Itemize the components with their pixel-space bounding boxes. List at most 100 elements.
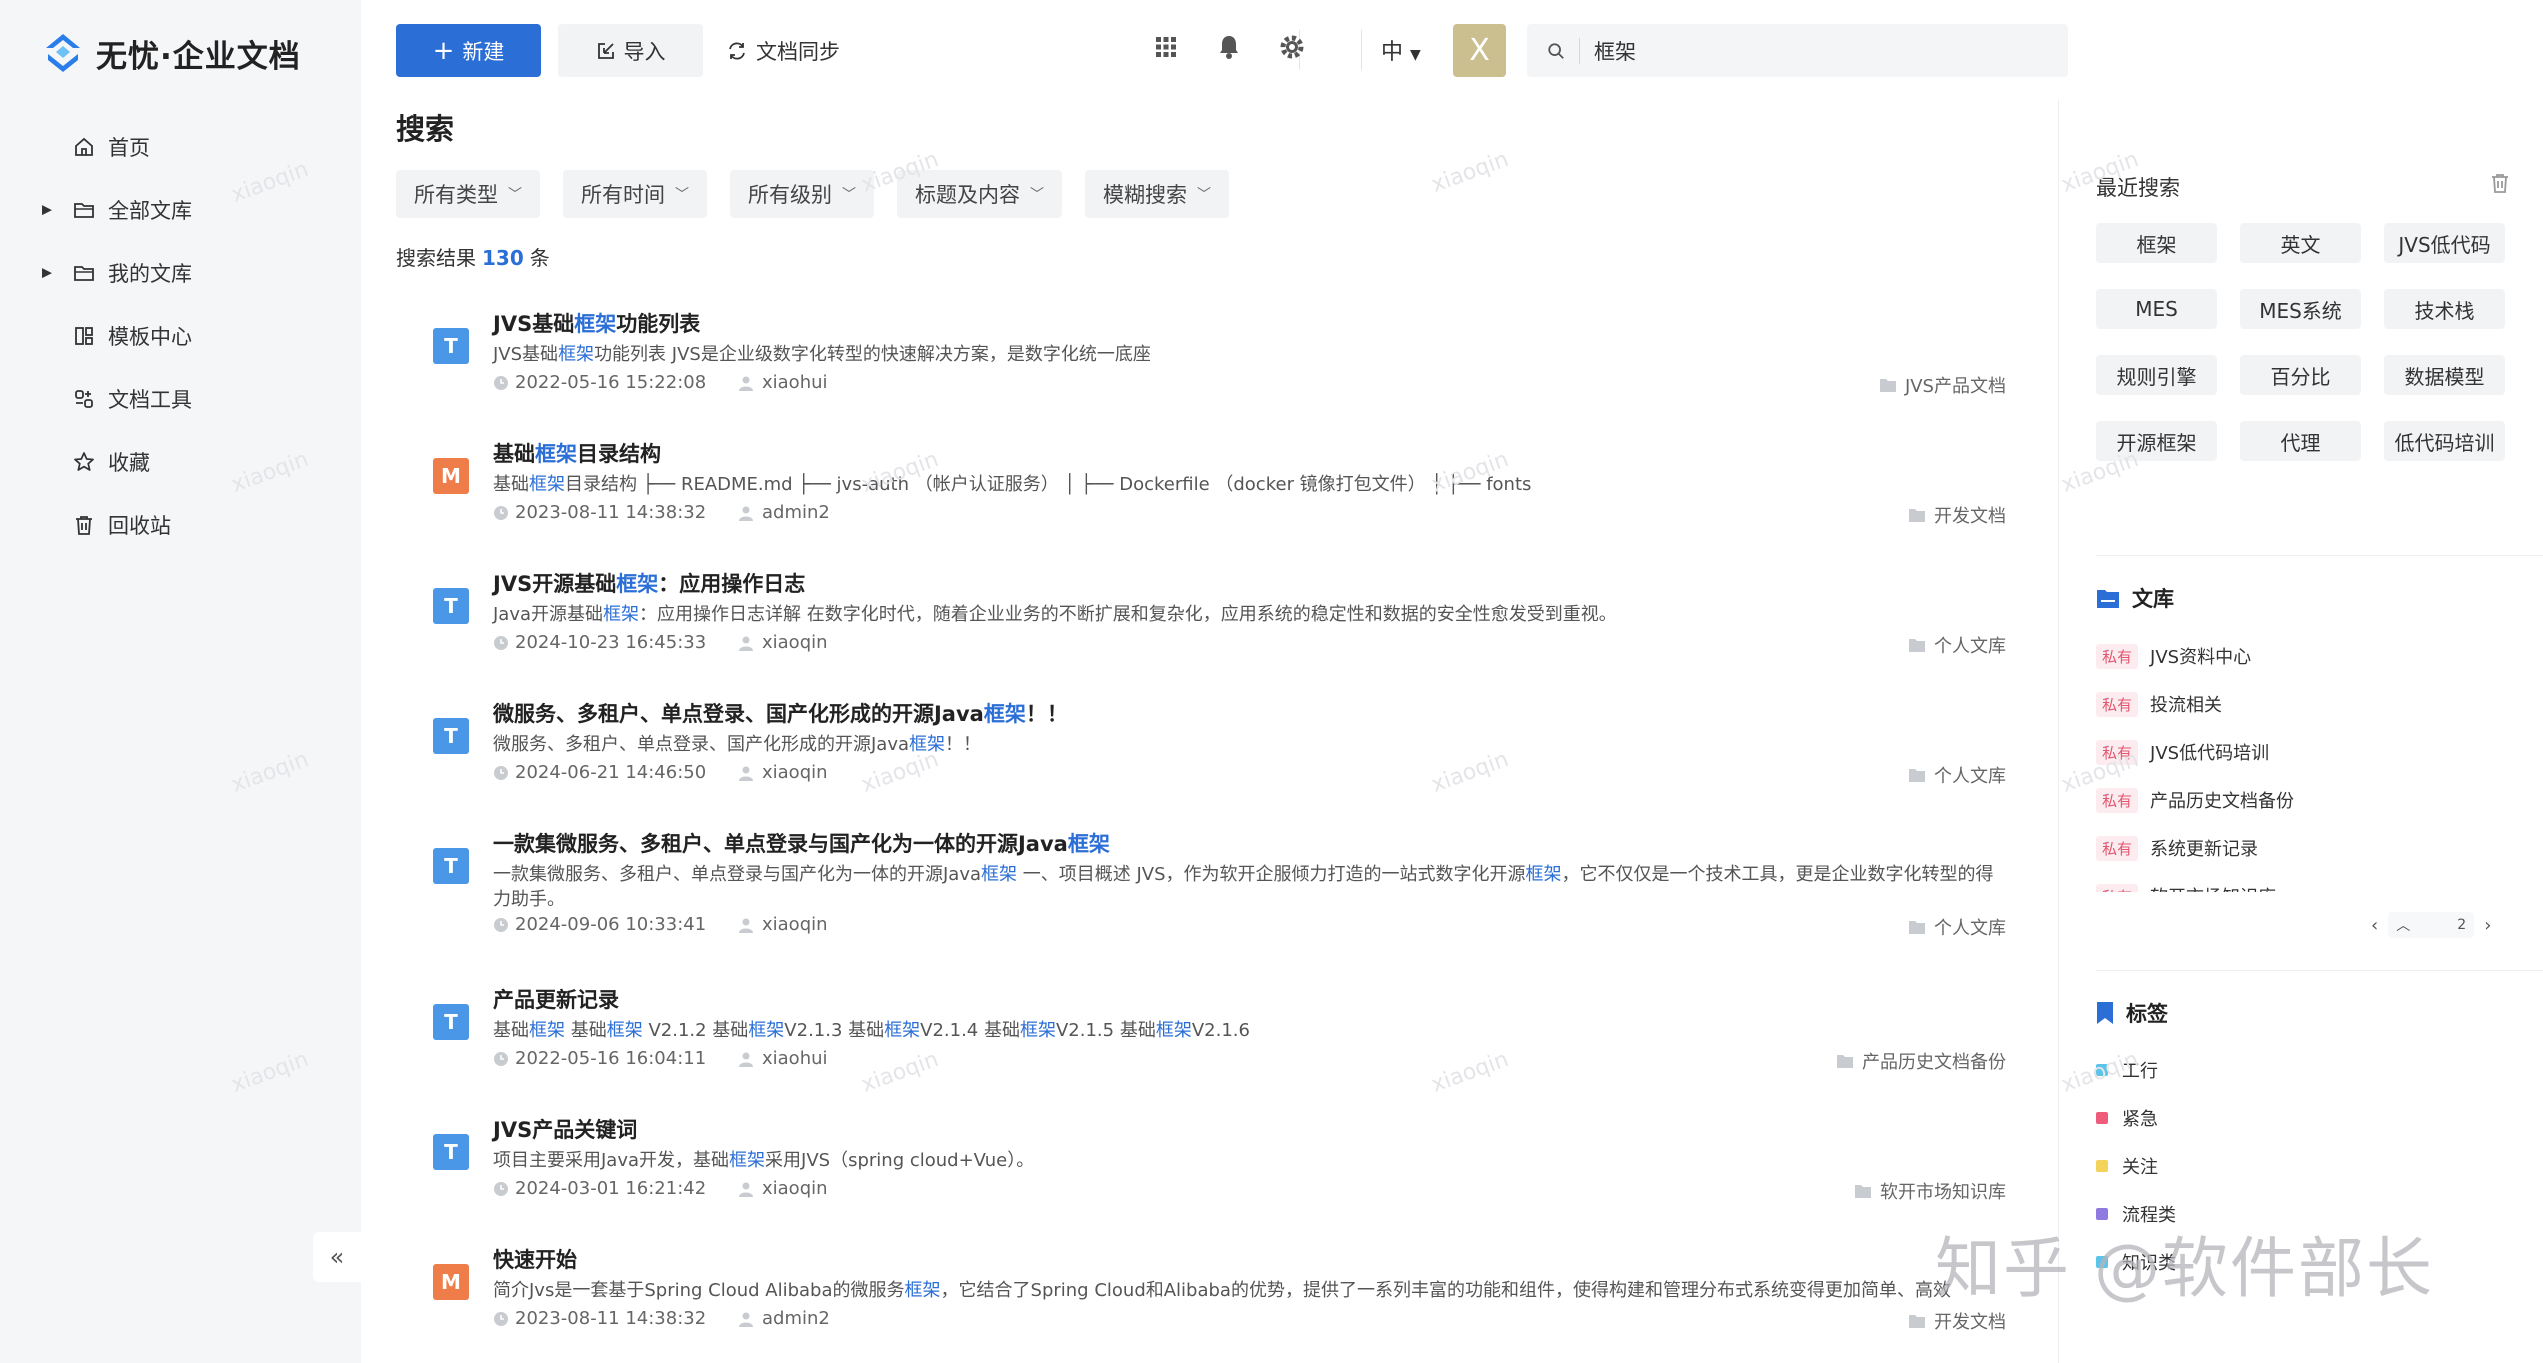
folder-icon bbox=[1909, 768, 1925, 782]
result-meta: 2023-08-11 14:38:32 admin2 bbox=[493, 502, 830, 523]
folder-icon bbox=[1879, 378, 1896, 392]
result-library[interactable]: 开发文档 bbox=[1908, 1308, 2006, 1334]
result-library[interactable]: 个人文库 bbox=[1908, 914, 2006, 940]
tag-item[interactable]: 关注 bbox=[2096, 1142, 2516, 1190]
text-segment: 快速开始 bbox=[493, 1248, 577, 1272]
filter-scope-select[interactable]: 标题及内容 ﹀ bbox=[897, 170, 1062, 218]
sidebar-item-favorites[interactable]: 收藏 bbox=[0, 430, 361, 493]
result-meta: 2022-05-16 15:22:08 xiaohui bbox=[493, 372, 828, 393]
tag-item[interactable]: 紧急 bbox=[2096, 1094, 2516, 1142]
recent-search-chip[interactable]: JVS低代码 bbox=[2384, 223, 2505, 263]
sidebar-item-templates[interactable]: 模板中心 bbox=[0, 304, 361, 367]
sidebar-item-tools[interactable]: 文档工具 bbox=[0, 367, 361, 430]
new-button[interactable]: + 新建 bbox=[396, 24, 541, 77]
result-library[interactable]: 软开市场知识库 bbox=[1854, 1178, 2006, 1204]
recent-search-chip[interactable]: MES系统 bbox=[2240, 289, 2361, 329]
expand-caret-icon[interactable]: ▶ bbox=[42, 265, 52, 280]
avatar[interactable]: X bbox=[1453, 24, 1506, 77]
result-library[interactable]: JVS产品文档 bbox=[1879, 372, 2006, 398]
library-item[interactable]: 私有 产品历史文档备份 bbox=[2096, 776, 2516, 824]
bookmark-icon bbox=[2097, 1002, 2113, 1024]
recent-search-chip[interactable]: 代理 bbox=[2240, 421, 2361, 461]
filter-level-select[interactable]: 所有级别 ﹀ bbox=[730, 170, 874, 218]
next-page-icon[interactable]: › bbox=[2484, 915, 2491, 936]
prev-page-icon[interactable]: ‹ bbox=[2371, 915, 2378, 936]
language-switcher[interactable]: 中 ▼ bbox=[1381, 34, 1421, 66]
result-title[interactable]: 基础框架目录结构 bbox=[493, 438, 661, 468]
result-library[interactable]: 个人文库 bbox=[1908, 632, 2006, 658]
user-icon bbox=[739, 766, 753, 781]
text-segment: 基础 bbox=[565, 1020, 607, 1041]
result-time: 2023-08-11 14:38:32 bbox=[493, 502, 738, 523]
library-item[interactable]: 私有 JVS资料中心 bbox=[2096, 632, 2516, 680]
recent-search-chip[interactable]: 百分比 bbox=[2240, 355, 2361, 395]
result-meta: 2022-05-16 16:04:11 xiaohui bbox=[493, 1048, 828, 1069]
page-scroller[interactable]: ︿ 2 bbox=[2388, 912, 2475, 938]
result-library[interactable]: 个人文库 bbox=[1908, 762, 2006, 788]
result-title[interactable]: JVS开源基础框架：应用操作日志 bbox=[493, 568, 805, 598]
sidebar-item-recycle-bin[interactable]: 回收站 bbox=[0, 493, 361, 556]
recent-search-chip[interactable]: 规则引擎 bbox=[2096, 355, 2217, 395]
recent-search-chip[interactable]: 低代码培训 bbox=[2384, 421, 2505, 461]
result-title[interactable]: JVS基础框架功能列表 bbox=[493, 308, 700, 338]
tag-item[interactable]: 工行 bbox=[2096, 1046, 2516, 1094]
result-count: 搜索结果 130 条 bbox=[396, 242, 550, 271]
search-divider bbox=[1579, 37, 1580, 64]
result-title[interactable]: 微服务、多租户、单点登录、国产化形成的开源Java框架！！ bbox=[493, 698, 1068, 728]
filter-label: 所有级别 bbox=[748, 183, 832, 207]
library-item[interactable]: 私有 投流相关 bbox=[2096, 680, 2516, 728]
recent-search-chip[interactable]: 框架 bbox=[2096, 223, 2217, 263]
recent-search-chip[interactable]: 开源框架 bbox=[2096, 421, 2217, 461]
result-snippet: JVS基础框架功能列表 JVS是企业级数字化转型的快速解决方案，是数字化统一底座 bbox=[493, 342, 2003, 367]
recent-search-chip[interactable]: 技术栈 bbox=[2384, 289, 2505, 329]
result-title[interactable]: 快速开始 bbox=[493, 1244, 577, 1274]
collapse-sidebar-button[interactable]: « bbox=[313, 1232, 361, 1282]
caret-down-icon: ▼ bbox=[1410, 47, 1421, 63]
library-item[interactable]: 私有 JVS低代码培训 bbox=[2096, 728, 2516, 776]
sidebar-item-label: 收藏 bbox=[108, 450, 150, 475]
text-segment: 目录结构 ├── README.md ├── jvs-auth （帐户认证服务）… bbox=[565, 474, 1532, 495]
library-item[interactable]: 私有 软开市场知识库 bbox=[2096, 872, 2516, 892]
library-name: JVS资料中心 bbox=[2150, 647, 2252, 668]
app-logo[interactable]: 无忧·企业文档 bbox=[40, 30, 301, 76]
text-segment: V2.1.2 基础 bbox=[642, 1020, 749, 1041]
filter-match-select[interactable]: 模糊搜索 ﹀ bbox=[1085, 170, 1229, 218]
expand-caret-icon[interactable]: ▶ bbox=[42, 202, 52, 217]
recent-search-chip[interactable]: 数据模型 bbox=[2384, 355, 2505, 395]
library-name: 软开市场知识库 bbox=[2150, 883, 2276, 892]
sidebar-item-all-libraries[interactable]: ▶ 全部文库 bbox=[0, 178, 361, 241]
folder-icon bbox=[2097, 590, 2119, 608]
filter-label: 所有类型 bbox=[414, 183, 498, 207]
filter-type-select[interactable]: 所有类型 ﹀ bbox=[396, 170, 540, 218]
gear-icon[interactable] bbox=[1277, 32, 1307, 62]
result-title[interactable]: 产品更新记录 bbox=[493, 984, 619, 1014]
apps-grid-icon[interactable] bbox=[1151, 32, 1181, 62]
recent-search-chip[interactable]: 英文 bbox=[2240, 223, 2361, 263]
result-meta: 2024-10-23 16:45:33 xiaoqin bbox=[493, 632, 828, 653]
clock-icon bbox=[494, 1311, 508, 1326]
result-title[interactable]: JVS产品关键词 bbox=[493, 1114, 637, 1144]
document-type-icon: T bbox=[433, 1004, 469, 1040]
result-snippet: 一款集微服务、多租户、单点登录与国产化为一体的开源Java框架 一、项目概述 J… bbox=[493, 862, 2003, 912]
filter-time-select[interactable]: 所有时间 ﹀ bbox=[563, 170, 707, 218]
result-library[interactable]: 开发文档 bbox=[1908, 502, 2006, 528]
document-type-icon: T bbox=[433, 848, 469, 884]
sidebar-item-my-libraries[interactable]: ▶ 我的文库 bbox=[0, 241, 361, 304]
recent-search-chip[interactable]: MES bbox=[2096, 289, 2217, 329]
result-author-text: admin2 bbox=[762, 502, 830, 523]
result-library-text: 开发文档 bbox=[1934, 1312, 2006, 1333]
private-badge: 私有 bbox=[2096, 739, 2139, 765]
result-library[interactable]: 产品历史文档备份 bbox=[1836, 1048, 2006, 1074]
search-box[interactable] bbox=[1527, 24, 2068, 77]
clear-history-icon[interactable] bbox=[2489, 172, 2511, 198]
import-button[interactable]: 导入 bbox=[558, 24, 703, 77]
clock-icon bbox=[494, 1181, 508, 1196]
library-item[interactable]: 私有 系统更新记录 bbox=[2096, 824, 2516, 872]
result-title[interactable]: 一款集微服务、多租户、单点登录与国产化为一体的开源Java框架 bbox=[493, 828, 1110, 858]
search-input[interactable] bbox=[1594, 38, 2014, 63]
sync-button[interactable]: 文档同步 bbox=[726, 24, 840, 77]
result-count-prefix: 搜索结果 bbox=[396, 246, 476, 270]
folder-icon bbox=[72, 261, 96, 285]
sidebar-item-home[interactable]: 首页 bbox=[0, 115, 361, 178]
bell-icon[interactable] bbox=[1214, 32, 1244, 62]
